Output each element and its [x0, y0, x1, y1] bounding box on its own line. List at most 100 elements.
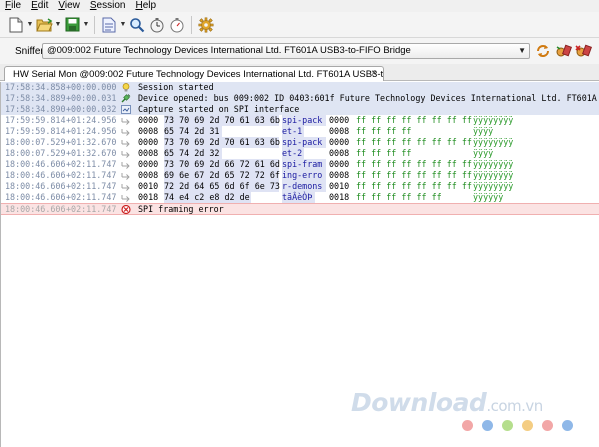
arrow-icon: [121, 129, 130, 136]
rx-offset: 0000: [329, 137, 350, 147]
timestamp: 18:00:07.529: [5, 137, 66, 147]
tx-offset: 0018: [138, 192, 159, 202]
time-delta: +02:11.747: [66, 159, 117, 169]
watermark-dots: [462, 420, 582, 431]
menu-session[interactable]: Session: [85, 0, 131, 12]
watermark-suffix: .com.vn: [486, 397, 543, 415]
menu-view[interactable]: View: [53, 0, 85, 12]
log-row[interactable]: 18:00:07.529 +01:32.670 0008 65 74 2d 32…: [1, 148, 599, 159]
tx-offset: 0008: [138, 148, 159, 158]
tx-hex: 73 70 69 2d 70 61 63 6b: [164, 137, 280, 147]
log-row[interactable]: 18:00:46.606 +02:11.747 0018 74 e4 c2 e8…: [1, 192, 599, 203]
tx-hex: 65 74 2d 31: [164, 126, 220, 136]
tx-hex: 69 6e 67 2d 65 72 72 6f: [164, 170, 280, 180]
timer-icon[interactable]: [147, 15, 167, 35]
gear-icon[interactable]: [196, 15, 216, 35]
log-row[interactable]: 17:59:59.814 +01:24.956 0000 73 70 69 2d…: [1, 115, 599, 126]
sniffer-add-icon[interactable]: [553, 42, 573, 60]
rx-hex: ff ff ff ff ff ff ff ff: [356, 170, 472, 180]
save-icon[interactable]: [62, 15, 82, 35]
rx-ascii: ÿÿÿÿ: [473, 126, 494, 136]
capture-icon: [121, 105, 131, 114]
rx-hex: ff ff ff ff: [356, 148, 412, 158]
log-row[interactable]: 18:00:46.606 +02:11.747 0008 69 6e 67 2d…: [1, 170, 599, 181]
rx-ascii: ÿÿÿÿÿÿÿÿ: [473, 137, 514, 147]
watermark-dot: [462, 420, 473, 431]
log-view: 17:58:34.858 +00:00.000 Session started …: [0, 82, 599, 447]
stopwatch-icon[interactable]: [167, 15, 187, 35]
save-dropdown-icon[interactable]: ▼: [82, 15, 90, 35]
close-icon[interactable]: ×: [371, 67, 377, 81]
tx-ascii: tãÂèÒÞ: [282, 192, 313, 202]
menu-help[interactable]: Help: [130, 0, 161, 12]
tx-hex: 74 e4 c2 e8 d2 de: [164, 192, 250, 202]
tx-ascii: r-demons: [282, 181, 323, 191]
rx-offset: 0010: [329, 181, 350, 191]
time-delta: +02:11.747: [66, 192, 117, 202]
tab-hw-serial-mon[interactable]: HW Serial Mon @009:002 Future Technology…: [4, 66, 384, 81]
rx-offset: 0008: [329, 148, 350, 158]
tx-ascii: spi-pack: [282, 115, 323, 125]
sniffer-actions: [533, 42, 593, 60]
log-row[interactable]: 17:58:34.858 +00:00.000 Session started: [1, 82, 599, 93]
timestamp: 18:00:46.606: [5, 204, 66, 214]
arrow-icon: [121, 195, 130, 202]
new-document-icon[interactable]: [6, 15, 26, 35]
watermark-logo: Download.com.vn: [351, 388, 543, 417]
error-icon: [121, 205, 131, 214]
timestamp: 17:58:34.890: [5, 104, 66, 114]
timestamp: 17:59:59.814: [5, 115, 66, 125]
timestamp: 17:58:34.889: [5, 93, 66, 103]
timestamp: 17:59:59.814: [5, 126, 66, 136]
time-delta: +01:24.956: [66, 126, 117, 136]
refresh-icon[interactable]: [533, 42, 553, 60]
sniffer-label: Sniffer:: [15, 45, 47, 57]
log-row[interactable]: 18:00:46.606 +02:11.747 0000 73 70 69 2d…: [1, 159, 599, 170]
sniffer-select[interactable]: @009:002 Future Technology Devices Inter…: [42, 43, 530, 59]
time-delta: +02:11.747: [66, 181, 117, 191]
toolbar-separator: [191, 15, 192, 34]
arrow-icon: [121, 184, 130, 191]
watermark-dot: [562, 420, 573, 431]
plug-icon: [121, 94, 131, 103]
menu-session-label: ession: [96, 0, 126, 11]
log-message: SPI framing error: [138, 204, 224, 214]
new-dropdown-icon[interactable]: ▼: [26, 15, 34, 35]
sniffer-bar: Sniffer: @009:002 Future Technology Devi…: [0, 38, 599, 64]
menu-file[interactable]: File: [0, 0, 26, 12]
search-icon[interactable]: [127, 15, 147, 35]
log-row[interactable]: 17:59:59.814 +01:24.956 0008 65 74 2d 31…: [1, 126, 599, 137]
time-delta: +01:32.670: [66, 148, 117, 158]
rx-hex: ff ff ff ff ff ff: [356, 192, 442, 202]
arrow-icon: [121, 140, 130, 147]
document-settings-icon[interactable]: [99, 15, 119, 35]
tx-ascii: ing-erro: [282, 170, 323, 180]
tx-offset: 0000: [138, 159, 159, 169]
arrow-icon: [121, 118, 130, 125]
log-message: Device opened: bus 009:002 ID 0403:601f …: [138, 93, 599, 103]
log-message: Session started: [138, 82, 214, 92]
sniffer-remove-icon[interactable]: [573, 42, 593, 60]
open-folder-icon[interactable]: [34, 15, 54, 35]
tx-ascii: spi-fram: [282, 159, 323, 169]
chevron-down-icon[interactable]: ▼: [518, 44, 526, 58]
lightbulb-icon: [122, 83, 130, 92]
rx-offset: 0000: [329, 159, 350, 169]
log-row[interactable]: 17:58:34.890 +00:00.032 Capture started …: [1, 104, 599, 115]
tab-bar: HW Serial Mon @009:002 Future Technology…: [0, 64, 599, 81]
menu-view-label: iew: [64, 0, 80, 11]
menu-edit[interactable]: Edit: [26, 0, 53, 12]
open-dropdown-icon[interactable]: ▼: [54, 15, 62, 35]
menu-help-label: elp: [142, 0, 157, 11]
tx-hex: 72 2d 64 65 6d 6f 6e 73: [164, 181, 280, 191]
time-delta: +01:32.670: [66, 137, 117, 147]
log-row[interactable]: 17:58:34.889 +00:00.031 Device opened: b…: [1, 93, 599, 104]
log-row[interactable]: 18:00:46.606 +02:11.747 0010 72 2d 64 65…: [1, 181, 599, 192]
rx-ascii: ÿÿÿÿÿÿÿÿ: [473, 181, 514, 191]
log-row-error[interactable]: 18:00:46.606 +02:11.747 SPI framing erro…: [1, 203, 599, 215]
rx-offset: 0000: [329, 115, 350, 125]
tx-offset: 0008: [138, 126, 159, 136]
tx-offset: 0000: [138, 115, 159, 125]
log-row[interactable]: 18:00:07.529 +01:32.670 0000 73 70 69 2d…: [1, 137, 599, 148]
document-dropdown-icon[interactable]: ▼: [119, 15, 127, 35]
